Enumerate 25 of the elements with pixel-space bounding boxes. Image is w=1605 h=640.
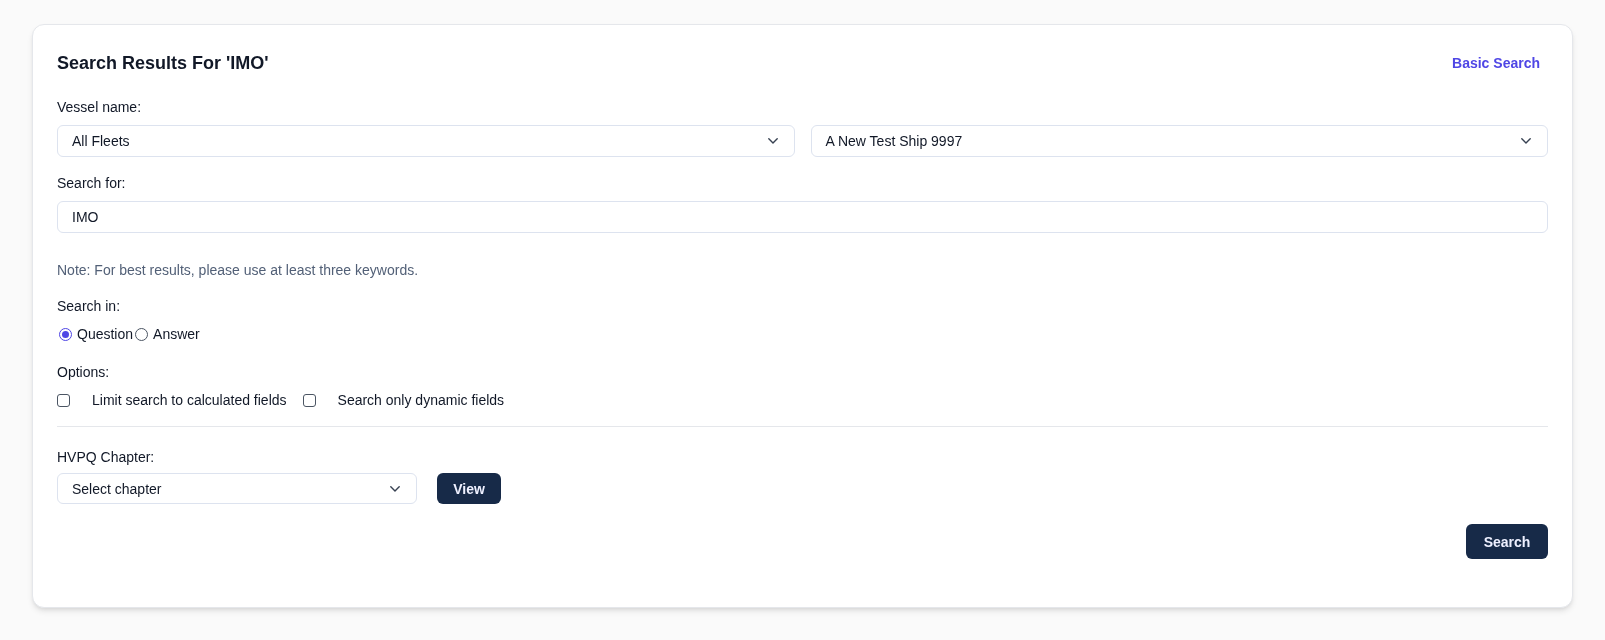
- chapter-select[interactable]: Select chapter: [57, 473, 417, 504]
- checkbox-label[interactable]: Limit search to calculated fields: [92, 390, 287, 410]
- radio-label[interactable]: Answer: [153, 324, 200, 344]
- search-in-label: Search in:: [57, 297, 122, 316]
- checkbox-label[interactable]: Search only dynamic fields: [337, 390, 505, 410]
- search-button[interactable]: Search: [1466, 524, 1548, 559]
- checkbox[interactable]: [302, 393, 316, 407]
- vessel-name-label: Vessel name:: [57, 98, 143, 117]
- search-for-label: Search for:: [57, 174, 127, 193]
- search-field[interactable]: IMO: [57, 201, 1548, 233]
- checkbox[interactable]: [57, 393, 70, 407]
- note-text: Note: For best results, please use at least three keywords.: [57, 261, 420, 280]
- chevron-down-icon: [1521, 138, 1531, 144]
- radio-button[interactable]: [59, 327, 72, 341]
- radio-label[interactable]: Question: [77, 324, 134, 344]
- view-button[interactable]: View: [437, 473, 501, 504]
- chapter-label: HVPQ Chapter:: [57, 448, 156, 467]
- radio-button[interactable]: [135, 327, 149, 341]
- options-label: Options:: [57, 363, 111, 382]
- fleet-select[interactable]: All Fleets: [57, 125, 795, 157]
- chevron-down-icon: [390, 485, 400, 492]
- chevron-down-icon: [767, 138, 778, 144]
- page-title: Search Results For 'IMO': [57, 52, 269, 75]
- vessel-select[interactable]: A New Test Ship 9997: [810, 125, 1548, 157]
- basic-search-link[interactable]: Basic Search: [1452, 53, 1540, 73]
